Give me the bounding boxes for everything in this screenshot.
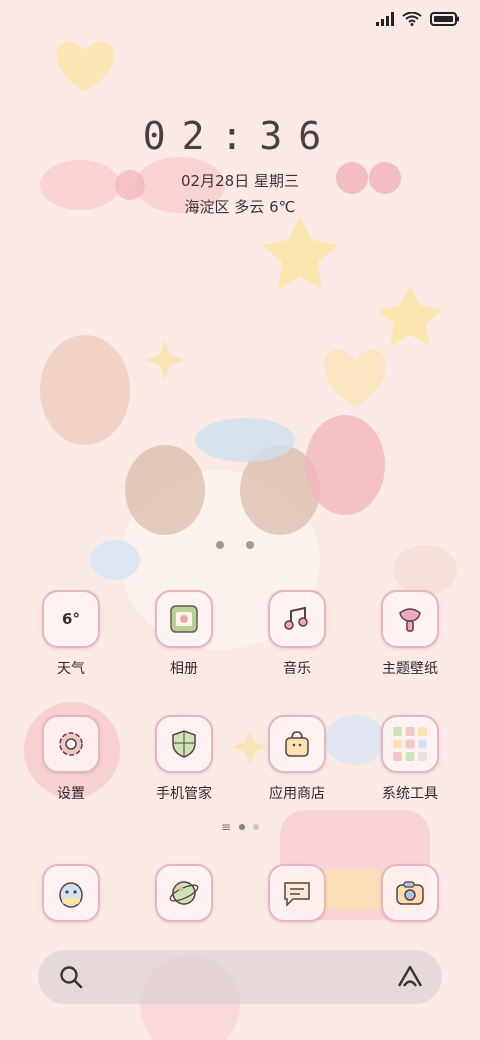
message-icon bbox=[284, 882, 310, 907]
page-indicator[interactable]: ≡ bbox=[0, 821, 480, 833]
app-weather[interactable]: 6° 天气 bbox=[21, 590, 121, 678]
app-tile[interactable] bbox=[268, 864, 326, 922]
app-tile[interactable] bbox=[155, 590, 213, 648]
search-bar[interactable] bbox=[38, 950, 442, 1004]
clock-time: 02:36 bbox=[142, 114, 338, 158]
gear-icon bbox=[59, 732, 83, 756]
app-folder-system-tools[interactable]: 系统工具 bbox=[360, 715, 460, 803]
dock-messages[interactable] bbox=[247, 864, 347, 922]
browser-planet-icon bbox=[169, 881, 199, 905]
app-label: 天气 bbox=[57, 661, 85, 677]
phone-character-icon bbox=[59, 882, 83, 908]
app-store[interactable]: 应用商店 bbox=[247, 715, 347, 803]
app-tile[interactable] bbox=[42, 864, 100, 922]
app-label: 音乐 bbox=[283, 661, 311, 677]
date-text: 02月28日 星期三 bbox=[181, 172, 299, 190]
popsicle-decoration bbox=[305, 415, 385, 515]
weather-widget-icon[interactable]: 6° bbox=[42, 590, 100, 648]
cupcake-decoration bbox=[393, 545, 457, 595]
assistant-icon[interactable] bbox=[396, 964, 424, 990]
app-label: 手机管家 bbox=[156, 786, 212, 802]
folder-icon bbox=[393, 727, 427, 761]
dock-phone[interactable] bbox=[21, 864, 121, 922]
app-tile[interactable] bbox=[381, 715, 439, 773]
app-theme[interactable]: 主题壁纸 bbox=[360, 590, 460, 678]
dock-camera[interactable] bbox=[360, 864, 460, 922]
app-label: 设置 bbox=[57, 786, 85, 802]
camera-icon bbox=[396, 881, 424, 905]
store-bag-icon bbox=[285, 731, 309, 757]
app-tile[interactable] bbox=[381, 864, 439, 922]
app-tile[interactable] bbox=[42, 715, 100, 773]
shield-icon bbox=[172, 730, 196, 758]
app-label: 主题壁纸 bbox=[382, 661, 438, 677]
app-label: 系统工具 bbox=[382, 786, 438, 802]
bread-decoration bbox=[40, 335, 130, 445]
app-tile[interactable] bbox=[155, 864, 213, 922]
app-gallery[interactable]: 相册 bbox=[134, 590, 234, 678]
weather-temperature: 6° bbox=[62, 610, 80, 628]
wifi-icon bbox=[402, 12, 422, 26]
search-icon[interactable] bbox=[58, 964, 84, 990]
app-label: 相册 bbox=[170, 661, 198, 677]
signal-icon bbox=[376, 12, 394, 26]
theme-icon bbox=[399, 608, 421, 632]
page-dot-active[interactable] bbox=[239, 824, 246, 830]
weather-text: 海淀区 多云 6℃ bbox=[184, 198, 296, 216]
battery-icon bbox=[430, 12, 459, 26]
status-bar bbox=[376, 12, 460, 26]
app-label: 应用商店 bbox=[269, 786, 325, 802]
app-tile[interactable] bbox=[155, 715, 213, 773]
balloon-decoration bbox=[90, 540, 140, 580]
dock-browser[interactable] bbox=[134, 864, 234, 922]
page-list-icon[interactable]: ≡ bbox=[221, 821, 231, 833]
app-settings[interactable]: 设置 bbox=[21, 715, 121, 803]
app-tile[interactable] bbox=[268, 590, 326, 648]
app-music[interactable]: 音乐 bbox=[247, 590, 347, 678]
app-security[interactable]: 手机管家 bbox=[134, 715, 234, 803]
app-tile[interactable] bbox=[268, 715, 326, 773]
app-tile[interactable] bbox=[381, 590, 439, 648]
gallery-icon bbox=[170, 605, 198, 633]
music-icon bbox=[284, 606, 308, 630]
page-dot[interactable] bbox=[253, 824, 260, 830]
